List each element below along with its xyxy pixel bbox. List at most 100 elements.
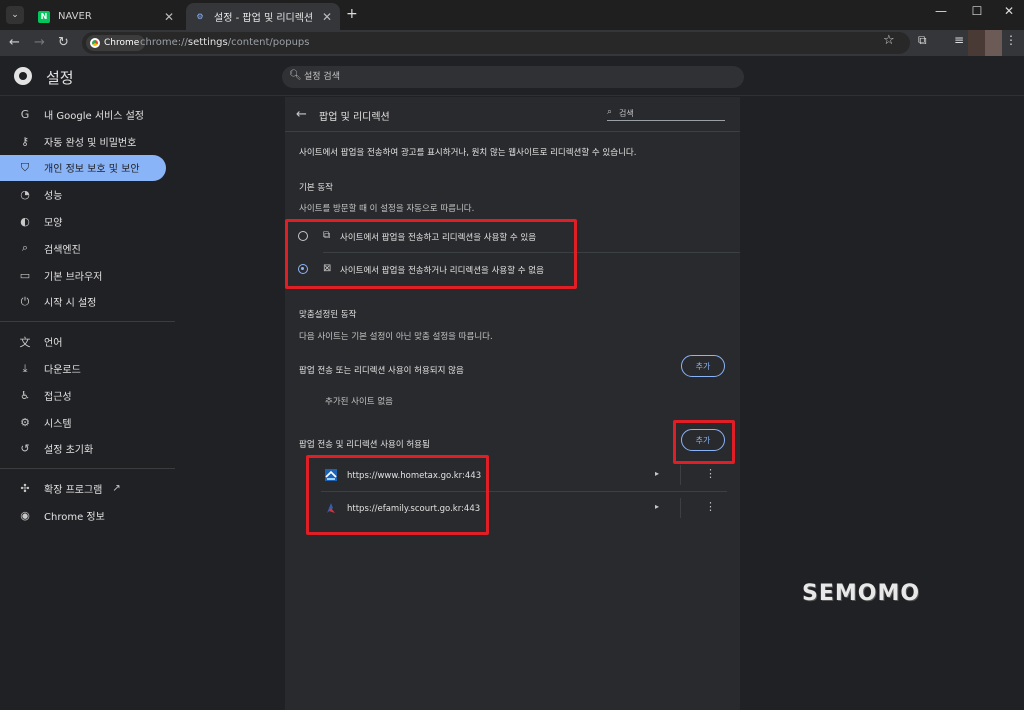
chrome-icon bbox=[90, 38, 100, 48]
custom-behavior-sub: 다음 사이트는 기본 설정이 아닌 맞춤 설정을 따릅니다. bbox=[299, 332, 493, 342]
extensions-puzzle-icon[interactable]: ⧉ bbox=[918, 33, 927, 48]
naver-icon: N bbox=[38, 10, 50, 23]
bookmark-star-icon[interactable]: ☆ bbox=[883, 33, 895, 48]
sidebar-item-reset[interactable]: ↺ 설정 초기화 bbox=[0, 436, 175, 463]
menu-dots-icon[interactable]: ⋮ bbox=[1005, 33, 1017, 47]
sidebar-item-label: 성능 bbox=[44, 191, 63, 203]
title-bar: ⌄ N NAVER ✕ ⚙ 설정 - 팝업 및 리디렉션 ✕ + — ☐ ✕ bbox=[0, 0, 1024, 30]
highlight-default-options bbox=[285, 219, 577, 289]
speedometer-icon: ◔ bbox=[20, 188, 30, 202]
sidebar-item-appearance[interactable]: ◐ 모양 bbox=[0, 208, 175, 235]
chevron-right-icon[interactable]: ▸ bbox=[655, 502, 659, 511]
reading-list-icon[interactable]: ≡ bbox=[954, 33, 964, 47]
puzzle-icon: ✣ bbox=[20, 482, 30, 496]
sidebar-item-downloads[interactable]: ⤓ 다운로드 bbox=[0, 355, 175, 382]
sidebar-item-default-browser[interactable]: ▭ 기본 브라우저 bbox=[0, 262, 175, 289]
wrench-icon: ⚙ bbox=[20, 415, 30, 429]
divider bbox=[680, 498, 681, 518]
sidebar-item-google[interactable]: G 내 Google 서비스 설정 bbox=[0, 101, 175, 128]
site-chip[interactable]: Chrome bbox=[86, 35, 146, 51]
chevron-right-icon[interactable]: ▸ bbox=[655, 469, 659, 478]
description-text: 사이트에서 팝업을 전송하여 광고를 표시하거나, 원치 않는 웹사이트로 리디… bbox=[299, 148, 637, 158]
back-button[interactable]: ← bbox=[9, 35, 20, 50]
divider bbox=[680, 465, 681, 485]
new-tab-button[interactable]: + bbox=[346, 6, 358, 22]
close-icon[interactable]: ✕ bbox=[164, 10, 174, 24]
url-text[interactable]: chrome://settings/content/popups bbox=[140, 37, 309, 48]
download-icon: ⤓ bbox=[22, 361, 28, 375]
watermark: SEMOMO bbox=[802, 581, 921, 606]
back-arrow-icon[interactable]: ← bbox=[296, 107, 307, 122]
sidebar-item-label: 시스템 bbox=[44, 418, 72, 430]
sidebar-item-label: 내 Google 서비스 설정 bbox=[44, 110, 144, 122]
search-icon: ⌕ bbox=[21, 241, 29, 255]
window-close-button[interactable]: ✕ bbox=[994, 4, 1024, 18]
subpage-search[interactable]: ⌕ 검색 bbox=[607, 107, 725, 121]
more-actions-icon[interactable]: ⋮ bbox=[705, 467, 716, 480]
search-icon: 🔍︎ bbox=[289, 70, 302, 81]
blocked-list-heading: 팝업 전송 또는 리디렉션 사용이 허용되지 않음 bbox=[299, 366, 464, 376]
reload-button[interactable]: ↻ bbox=[58, 35, 69, 50]
search-icon: ⌕ bbox=[607, 107, 613, 117]
sidebar-item-autofill[interactable]: ⚷ 자동 완성 및 비밀번호 bbox=[0, 128, 175, 155]
default-behavior-heading: 기본 동작 bbox=[299, 183, 333, 193]
minimize-button[interactable]: — bbox=[926, 4, 956, 18]
sidebar-divider bbox=[0, 321, 175, 323]
tab-search-button[interactable]: ⌄ bbox=[6, 6, 24, 24]
sidebar-item-label: 확장 프로그램 bbox=[44, 485, 103, 497]
sidebar-item-accessibility[interactable]: ♿︎ 접근성 bbox=[0, 382, 175, 409]
chip-label: Chrome bbox=[104, 38, 140, 48]
tab-title: 설정 - 팝업 및 리디렉션 bbox=[214, 13, 314, 24]
chrome-icon: ◉ bbox=[20, 509, 30, 523]
blocked-empty-text: 추가된 사이트 없음 bbox=[325, 397, 393, 407]
maximize-button[interactable]: ☐ bbox=[962, 4, 992, 18]
chrome-logo-icon bbox=[14, 67, 32, 85]
sidebar-item-privacy[interactable]: ⛉ 개인 정보 보호 및 보안 bbox=[0, 154, 166, 182]
settings-search-input[interactable] bbox=[304, 69, 704, 85]
sidebar-item-search-engine[interactable]: ⌕ 검색엔진 bbox=[0, 235, 175, 262]
forward-button[interactable]: → bbox=[34, 35, 45, 50]
tab-settings[interactable]: ⚙ 설정 - 팝업 및 리디렉션 ✕ bbox=[186, 3, 340, 30]
key-icon: ⚷ bbox=[20, 134, 30, 148]
subpage-search-placeholder: 검색 bbox=[619, 109, 634, 118]
palette-icon: ◐ bbox=[20, 215, 30, 229]
sidebar-item-label: 시작 시 설정 bbox=[44, 298, 97, 310]
open-external-icon: ↗ bbox=[112, 483, 121, 495]
highlight-add-button bbox=[673, 420, 735, 464]
add-blocked-button[interactable]: 추가 bbox=[681, 355, 725, 377]
reset-icon: ↺ bbox=[20, 442, 30, 456]
url-host: settings bbox=[187, 37, 228, 48]
url-prefix: chrome:// bbox=[140, 37, 188, 48]
sidebar-item-label: 다운로드 bbox=[44, 365, 81, 377]
sidebar-item-performance[interactable]: ◔ 성능 bbox=[0, 181, 175, 208]
sidebar-item-languages[interactable]: 文 언어 bbox=[0, 328, 175, 355]
address-bar[interactable]: Chrome chrome://settings/content/popups bbox=[82, 32, 910, 54]
profile-avatar[interactable] bbox=[968, 30, 1002, 56]
sidebar-item-label: 설정 초기화 bbox=[44, 445, 94, 457]
divider bbox=[285, 131, 740, 132]
custom-behavior-heading: 맞춤설정된 동작 bbox=[299, 310, 357, 320]
shield-icon: ⛉ bbox=[20, 160, 30, 174]
translate-icon: 文 bbox=[19, 335, 31, 349]
close-icon[interactable]: ✕ bbox=[322, 10, 332, 24]
more-actions-icon[interactable]: ⋮ bbox=[705, 500, 716, 513]
settings-search[interactable]: 🔍︎ bbox=[282, 66, 744, 88]
sidebar-divider bbox=[0, 468, 175, 470]
power-icon: ⏻ bbox=[20, 294, 30, 308]
popups-settings-panel: ← 팝업 및 리디렉션 ⌕ 검색 사이트에서 팝업을 전송하여 광고를 표시하거… bbox=[285, 97, 740, 710]
tab-title: NAVER bbox=[58, 11, 92, 22]
allowed-list-heading: 팝업 전송 및 리디렉션 사용이 허용됨 bbox=[299, 440, 430, 450]
url-path: /content/popups bbox=[227, 37, 310, 48]
sidebar-item-about[interactable]: ◉ Chrome 정보 bbox=[0, 502, 175, 529]
sidebar-item-label: 언어 bbox=[44, 338, 63, 350]
sidebar-item-label: 기본 브라우저 bbox=[44, 271, 103, 283]
tab-naver[interactable]: N NAVER ✕ bbox=[30, 3, 182, 30]
accessibility-icon: ♿︎ bbox=[20, 388, 30, 402]
gear-icon: ⚙ bbox=[196, 12, 204, 21]
google-icon: G bbox=[20, 107, 30, 121]
browser-toolbar: ← → ↻ Chrome chrome://settings/content/p… bbox=[0, 30, 1024, 56]
sidebar-item-extensions[interactable]: ✣ 확장 프로그램 ↗ bbox=[0, 475, 175, 502]
sidebar-item-label: 자동 완성 및 비밀번호 bbox=[44, 137, 137, 149]
sidebar-item-system[interactable]: ⚙ 시스템 bbox=[0, 409, 175, 436]
sidebar-item-startup[interactable]: ⏻ 시작 시 설정 bbox=[0, 289, 175, 316]
